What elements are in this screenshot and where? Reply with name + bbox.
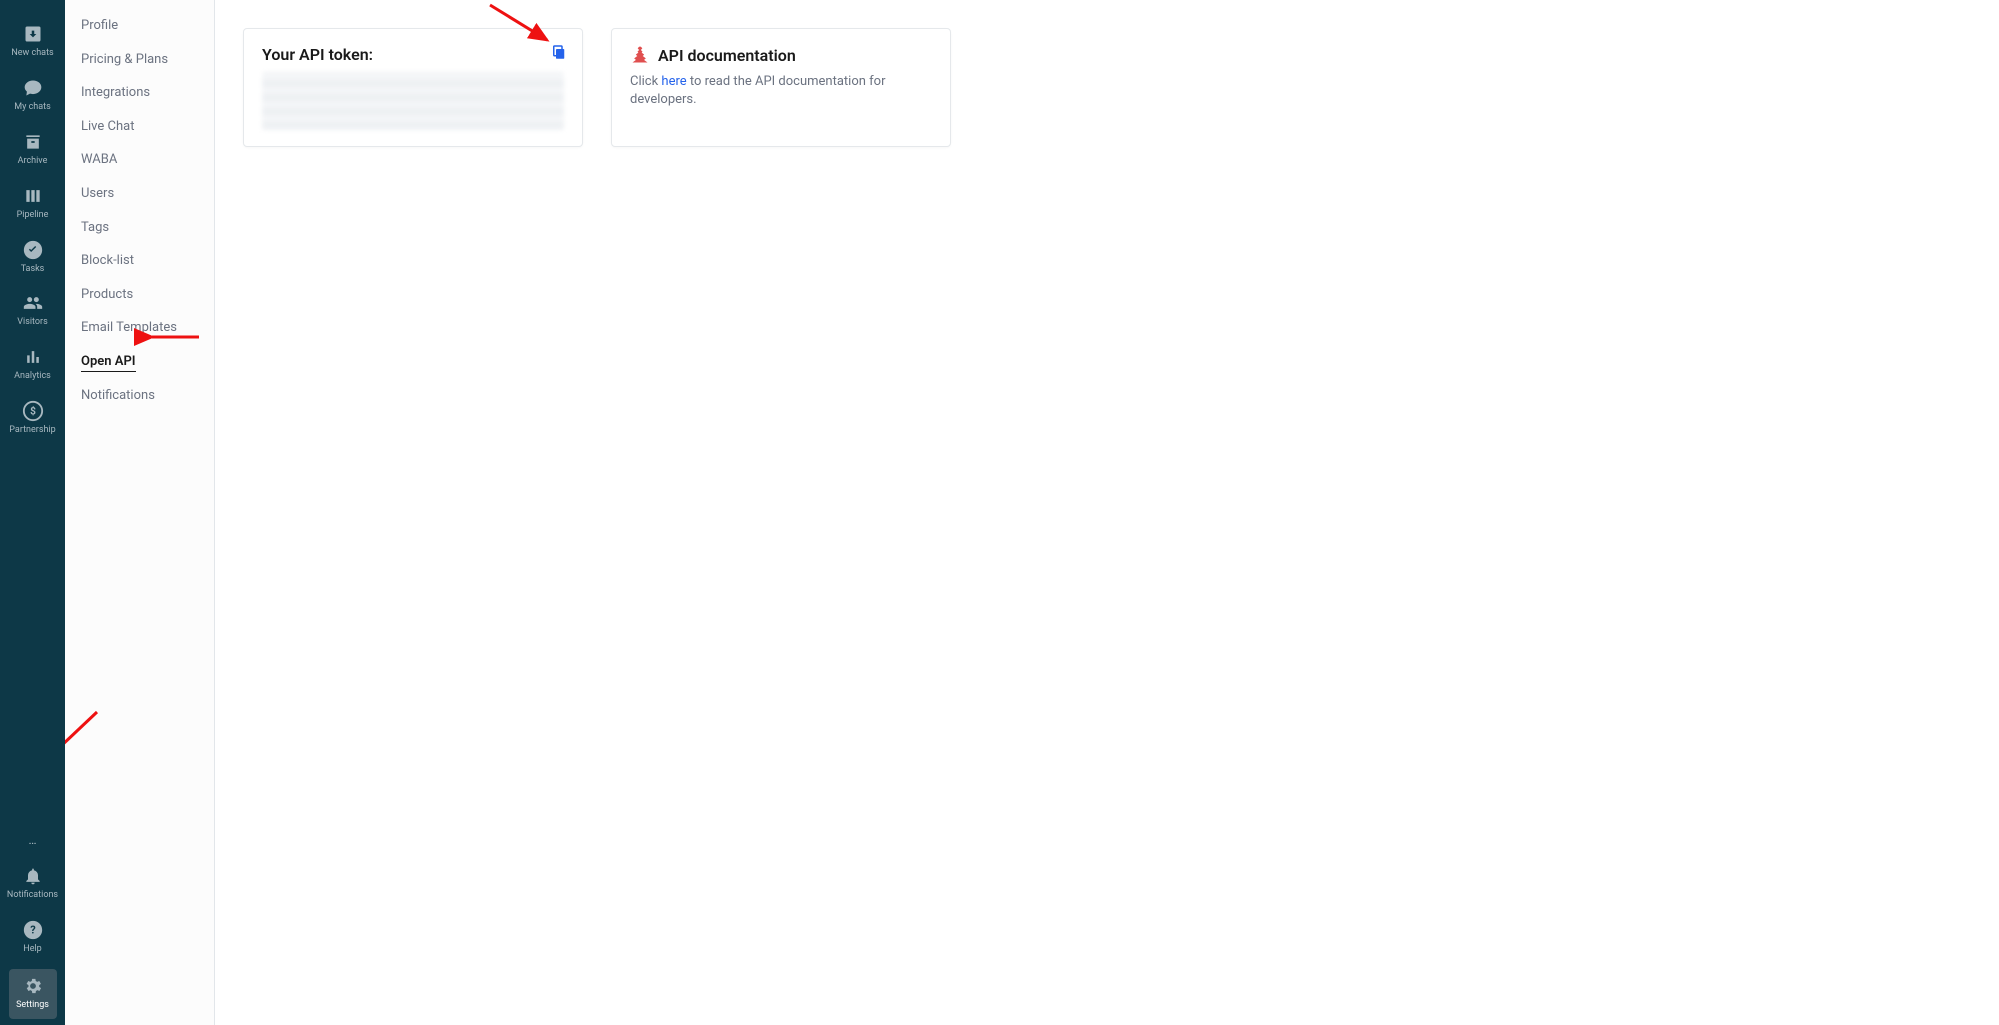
nav-visitors[interactable]: Visitors — [0, 284, 65, 338]
nav-label: My chats — [14, 103, 51, 113]
nav-my-chats[interactable]: My chats — [0, 69, 65, 123]
primary-sidebar: New chats My chats Archive Pipeline Task… — [0, 0, 65, 1025]
question-circle-icon: ? — [22, 919, 44, 941]
settings-item-open-api[interactable]: Open API — [65, 346, 214, 378]
nav-tasks[interactable]: Tasks — [0, 231, 65, 285]
users-icon — [22, 292, 44, 314]
settings-item-profile[interactable]: Profile — [65, 10, 214, 42]
svg-text:?: ? — [30, 924, 36, 937]
nav-new-chats[interactable]: New chats — [0, 15, 65, 69]
settings-item-users[interactable]: Users — [65, 178, 214, 210]
nav-archive[interactable]: Archive — [0, 123, 65, 177]
svg-text:$: $ — [30, 405, 36, 418]
nav-label: Analytics — [14, 372, 51, 382]
nav-partnership[interactable]: $ Partnership — [0, 392, 65, 446]
nav-label: Archive — [18, 157, 48, 167]
nav-analytics[interactable]: Analytics — [0, 338, 65, 392]
pipeline-icon — [22, 185, 44, 207]
api-token-value-redacted — [262, 72, 564, 130]
nav-help[interactable]: ? Help — [0, 911, 65, 965]
bar-chart-icon — [22, 346, 44, 368]
settings-item-pricing[interactable]: Pricing & Plans — [65, 44, 214, 76]
bell-icon — [22, 865, 44, 887]
nav-label: Partnership — [9, 426, 55, 436]
settings-item-products[interactable]: Products — [65, 279, 214, 311]
api-documentation-card: API documentation Click here to read the… — [611, 28, 951, 147]
nav-pipeline[interactable]: Pipeline — [0, 177, 65, 231]
chat-icon — [22, 77, 44, 99]
dollar-circle-icon: $ — [22, 400, 44, 422]
nav-label: Help — [23, 945, 41, 955]
nav-label: Tasks — [21, 265, 45, 275]
card-subtext: Click here to read the API documentation… — [630, 73, 932, 109]
settings-item-waba[interactable]: WABA — [65, 144, 214, 176]
settings-item-live-chat[interactable]: Live Chat — [65, 111, 214, 143]
settings-item-email-templates[interactable]: Email Templates — [65, 312, 214, 344]
nav-notifications[interactable]: Notifications — [0, 857, 65, 911]
nav-settings[interactable]: Settings — [9, 969, 57, 1019]
copy-icon[interactable] — [550, 43, 568, 61]
main-content: Your API token: API documentation Click … — [215, 0, 1999, 1025]
doc-link[interactable]: here — [661, 74, 686, 89]
nav-more[interactable]: … — [28, 823, 36, 857]
api-token-card: Your API token: — [243, 28, 583, 147]
settings-item-integrations[interactable]: Integrations — [65, 77, 214, 109]
settings-item-notifications[interactable]: Notifications — [65, 380, 214, 412]
settings-sidebar: Profile Pricing & Plans Integrations Liv… — [65, 0, 215, 1025]
settings-item-tags[interactable]: Tags — [65, 212, 214, 244]
gear-icon — [22, 975, 44, 997]
nav-label: Pipeline — [17, 211, 49, 221]
nav-label: New chats — [11, 49, 53, 59]
nav-label: Settings — [16, 1001, 49, 1011]
nav-label: Visitors — [17, 318, 47, 328]
card-title: API documentation — [658, 46, 796, 65]
settings-item-block-list[interactable]: Block-list — [65, 245, 214, 277]
archive-icon — [22, 131, 44, 153]
card-title: Your API token: — [262, 45, 564, 64]
download-icon — [22, 23, 44, 45]
nav-label: Notifications — [7, 891, 58, 901]
check-circle-icon — [22, 239, 44, 261]
api-doc-icon — [630, 45, 650, 65]
